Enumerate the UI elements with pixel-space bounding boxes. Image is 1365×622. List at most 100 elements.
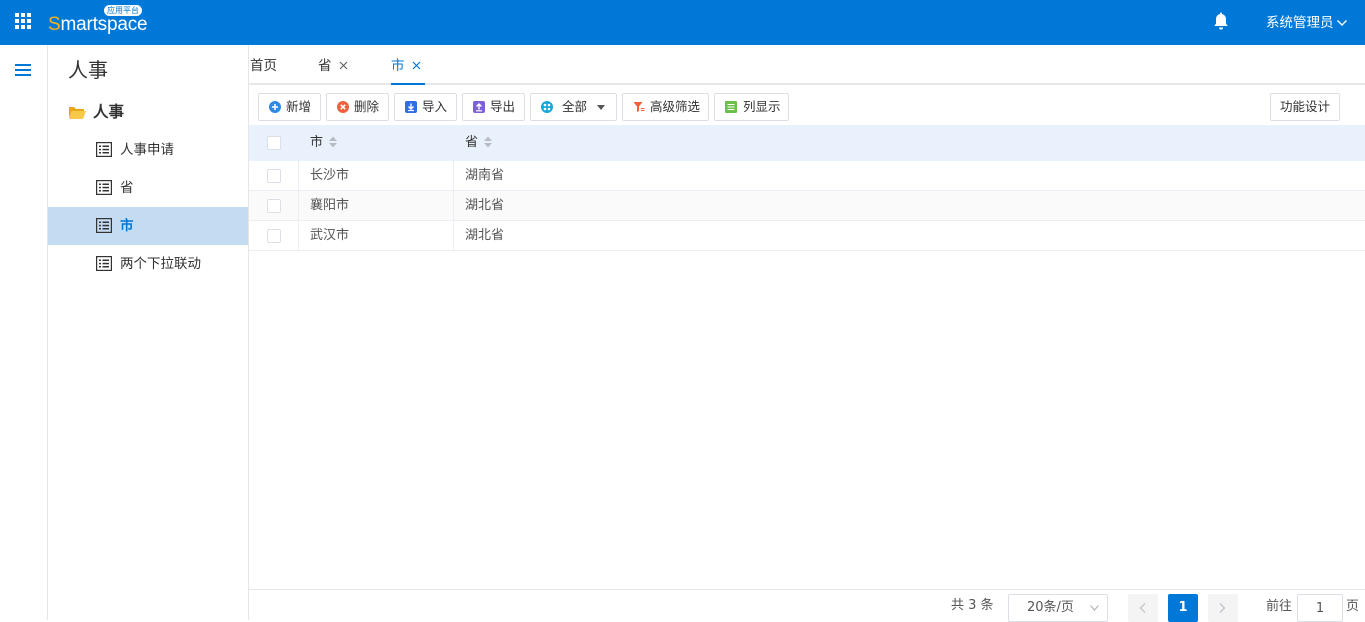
column-list-icon (725, 101, 737, 113)
table-row[interactable]: 襄阳市 湖北省 (249, 191, 1365, 221)
sidebar-item-city[interactable]: 市 (48, 207, 248, 245)
scope-dropdown-label: 全部 (562, 99, 588, 114)
import-button[interactable]: 导入 (394, 93, 457, 121)
apps-grid-icon[interactable] (15, 13, 31, 29)
page-number-button[interactable]: 1 (1168, 594, 1198, 622)
tab-province[interactable]: 省 (318, 56, 348, 76)
cell-province: 湖南省 (465, 168, 505, 183)
tab-bar: 首页 省 市 (249, 45, 1365, 85)
tab-label: 市 (391, 58, 405, 74)
column-header-province[interactable]: 省 (454, 125, 1354, 161)
delete-circle-icon (337, 101, 349, 113)
list-icon (96, 256, 112, 271)
cell-city: 武汉市 (299, 221, 454, 250)
left-rail (0, 45, 48, 620)
advanced-filter-button[interactable]: 高级筛选 (622, 93, 709, 121)
add-button[interactable]: 新增 (258, 93, 321, 121)
filter-icon (633, 102, 645, 112)
sort-icon[interactable] (483, 136, 493, 148)
table-row[interactable]: 武汉市 湖北省 (249, 221, 1365, 251)
scope-dropdown[interactable]: 全部 (530, 93, 617, 121)
scope-icon (541, 101, 553, 113)
tree-group-personnel[interactable]: 人事 (68, 101, 124, 123)
goto-page-input[interactable] (1297, 594, 1343, 622)
user-name: 系统管理员 (1266, 15, 1334, 31)
close-icon[interactable] (339, 61, 348, 70)
column-display-label: 列显示 (743, 99, 781, 114)
tab-city[interactable]: 市 (391, 56, 421, 76)
next-page-button[interactable] (1208, 594, 1238, 622)
bell-icon[interactable] (1212, 12, 1230, 32)
cell-province: 湖北省 (465, 228, 505, 243)
chevron-right-icon (1219, 603, 1226, 613)
column-header-label: 省 (465, 135, 479, 150)
goto-label: 前往 (1266, 599, 1293, 614)
active-tab-indicator (391, 83, 425, 85)
logo-text: martspace (60, 14, 148, 35)
sidebar-title: 人事 (68, 58, 108, 82)
sidebar-item-label: 两个下拉联动 (120, 256, 201, 272)
table-header: 市 省 (249, 125, 1365, 161)
hamburger-menu-icon[interactable] (15, 64, 31, 76)
export-icon (473, 101, 485, 113)
tab-home[interactable]: 首页 (250, 56, 277, 76)
list-icon (96, 142, 112, 157)
page-size-select[interactable]: 20条/页 (1008, 594, 1108, 622)
import-button-label: 导入 (422, 99, 448, 114)
tab-label: 省 (318, 58, 332, 74)
table-row[interactable]: 长沙市 湖南省 (249, 161, 1365, 191)
chevron-left-icon (1139, 603, 1146, 613)
row-checkbox[interactable] (267, 229, 281, 243)
function-design-button[interactable]: 功能设计 (1270, 93, 1340, 121)
top-bar: Smartspace 应用平台 系统管理员 (0, 0, 1365, 45)
tab-label: 首页 (250, 58, 277, 74)
list-icon (96, 180, 112, 195)
sidebar-item-linked-dropdowns[interactable]: 两个下拉联动 (48, 245, 248, 283)
select-all-checkbox[interactable] (267, 136, 281, 150)
data-table: 市 省 长沙市 湖南省 襄阳市 湖北省 武汉市 湖北省 (249, 125, 1365, 251)
column-header-label: 市 (310, 135, 324, 150)
user-menu[interactable]: 系统管理员 (1266, 13, 1348, 33)
row-checkbox[interactable] (267, 169, 281, 183)
chevron-down-icon (1090, 605, 1099, 611)
row-checkbox-cell (249, 221, 299, 250)
sidebar-item-label: 人事申请 (120, 142, 174, 158)
total-count: 共 3 条 (951, 598, 994, 613)
cell-city: 长沙市 (299, 161, 454, 190)
page-size-value: 20条/页 (1027, 600, 1074, 615)
logo-initial: S (48, 14, 61, 35)
import-icon (405, 101, 417, 113)
export-button[interactable]: 导出 (462, 93, 525, 121)
chevron-down-icon (1336, 20, 1347, 26)
list-icon (96, 218, 112, 233)
folder-open-icon (69, 107, 86, 119)
sort-icon[interactable] (328, 136, 338, 148)
sidebar: 人事 人事 人事申请 省 市 两个下拉联动 (48, 45, 249, 620)
tree-group-label: 人事 (93, 103, 125, 121)
sidebar-item-label: 省 (120, 180, 134, 196)
caret-down-icon (597, 105, 605, 110)
logo[interactable]: Smartspace (48, 13, 148, 37)
row-checkbox[interactable] (267, 199, 281, 213)
row-checkbox-cell (249, 191, 299, 220)
row-checkbox-cell (249, 161, 299, 190)
close-icon[interactable] (412, 61, 421, 70)
header-checkbox-cell (249, 125, 299, 161)
logo-badge: 应用平台 (104, 5, 142, 16)
page-suffix-label: 页 (1346, 599, 1360, 614)
delete-button[interactable]: 删除 (326, 93, 389, 121)
column-header-city[interactable]: 市 (299, 125, 454, 161)
cell-province: 湖北省 (465, 198, 505, 213)
cell-city: 襄阳市 (299, 191, 454, 220)
plus-circle-icon (269, 101, 281, 113)
toolbar: 新增 删除 导入 导出 全部 高级筛选 列显示 功能设计 (249, 86, 1365, 126)
prev-page-button[interactable] (1128, 594, 1158, 622)
sidebar-item-personnel-request[interactable]: 人事申请 (48, 131, 248, 169)
sidebar-item-label: 市 (120, 218, 134, 234)
add-button-label: 新增 (286, 99, 312, 114)
sidebar-item-province[interactable]: 省 (48, 169, 248, 207)
pagination-bar: 共 3 条 20条/页 1 前往 页 (249, 589, 1365, 622)
column-display-button[interactable]: 列显示 (714, 93, 789, 121)
advanced-filter-label: 高级筛选 (650, 99, 701, 114)
delete-button-label: 删除 (354, 99, 380, 114)
